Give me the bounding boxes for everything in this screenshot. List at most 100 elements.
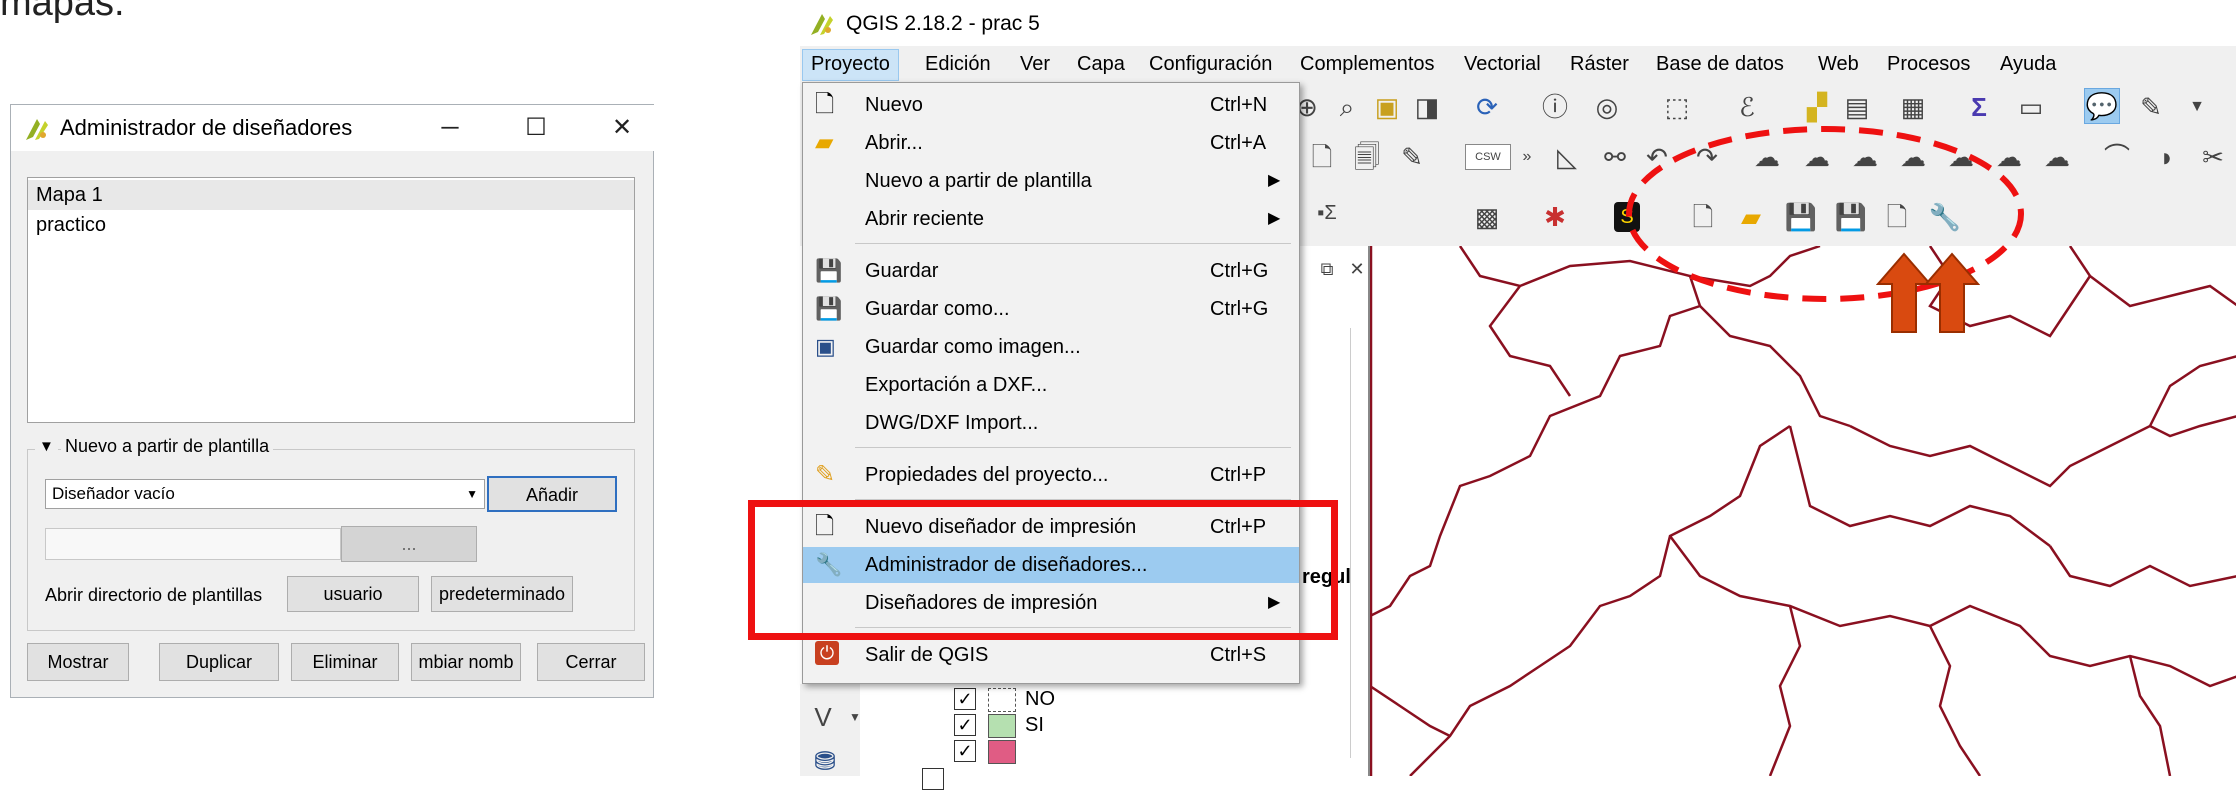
close-button[interactable]: Cerrar (537, 643, 645, 681)
list-item[interactable]: Mapa 1 (28, 180, 634, 210)
new-file-icon: 🗋 (815, 91, 835, 118)
qgis-logo-icon (811, 14, 833, 35)
save-image-icon: ▣ (815, 334, 836, 359)
menu-item-shortcut: Ctrl+A (1210, 132, 1267, 154)
layout-list[interactable]: Mapa 1 practico (27, 177, 635, 423)
list-item[interactable]: practico (28, 210, 634, 240)
menu-web[interactable]: Web (1818, 49, 1859, 79)
menu-item-shortcut: Ctrl+P (1210, 464, 1267, 486)
overflow-chevron-icon[interactable]: ▼ (2180, 90, 2214, 124)
layer-checkbox[interactable]: ✓ (954, 714, 976, 736)
menu-item-abrir[interactable]: ▰ Abrir... Ctrl+A (803, 125, 1299, 161)
rename-button[interactable]: mbiar nomb (411, 643, 521, 681)
panel-scrollbar[interactable] (1350, 328, 1366, 758)
new-bookmark-icon[interactable]: ▣ (1370, 90, 1404, 124)
layer-checkbox[interactable]: ✓ (954, 740, 976, 762)
digitize-icon[interactable]: 🗋 (1305, 140, 1339, 174)
chevron-down-icon: ▼ (466, 487, 478, 501)
select-feature-icon[interactable]: ◎ (1590, 90, 1624, 124)
show-button[interactable]: Mostrar (27, 643, 129, 681)
layout-manager-dialog: Administrador de diseñadores ─ ☐ ✕ Mapa … (10, 104, 655, 698)
browse-button[interactable]: ... (341, 526, 477, 562)
chevron-down-icon[interactable]: ▼ (838, 700, 872, 734)
layer-checkbox[interactable] (922, 768, 944, 790)
menu-vectorial[interactable]: Vectorial (1464, 49, 1541, 79)
menu-item-dwg-import[interactable]: DWG/DXF Import... (803, 405, 1299, 441)
close-icon[interactable]: ✕ (593, 105, 651, 151)
minimize-icon[interactable]: ─ (421, 105, 479, 151)
menu-item-label: Propiedades del proyecto... (865, 464, 1109, 486)
menu-configuracion[interactable]: Configuración (1149, 49, 1272, 79)
reshape-icon[interactable]: ⌒ (2100, 140, 2134, 174)
menu-item-label: Guardar como imagen... (865, 336, 1081, 358)
template-select-value: Diseñador vacío (52, 484, 175, 503)
legend-swatch (988, 688, 1016, 712)
delete-button[interactable]: Eliminar (291, 643, 399, 681)
float-panel-icon[interactable]: ⧉ (1310, 252, 1344, 286)
caption-fragment: mapas. (0, 0, 125, 24)
menu-item-label: Nuevo a partir de plantilla (865, 170, 1092, 192)
menu-ayuda[interactable]: Ayuda (2000, 49, 2056, 79)
menu-item-nuevo-plantilla[interactable]: Nuevo a partir de plantilla ▶ (803, 163, 1299, 199)
snapping-icon[interactable]: ◺ (1550, 140, 1584, 174)
menu-item-exportar-dxf[interactable]: Exportación a DXF... (803, 367, 1299, 403)
advanced-digitize-icon-7[interactable]: ☁ (2040, 140, 2074, 174)
raster-icon[interactable]: ▩ (1470, 200, 1504, 234)
menu-procesos[interactable]: Procesos (1887, 49, 1970, 79)
submenu-arrow-icon: ▶ (1268, 210, 1281, 227)
zoom-layer-icon[interactable]: ⌕ (1330, 90, 1364, 124)
menu-item-guardar[interactable]: 💾 Guardar Ctrl+G (803, 253, 1299, 289)
menu-item-shortcut: Ctrl+G (1210, 260, 1269, 282)
menu-item-label: Guardar como... (865, 298, 1010, 320)
refresh-icon[interactable]: ⟳ (1470, 90, 1504, 124)
gps-icon[interactable]: ✱ (1538, 200, 1572, 234)
edit-icon[interactable]: 🗐 (1350, 140, 1384, 174)
add-database-layer-icon[interactable]: ⛃ (808, 744, 842, 778)
legend-label: SI (1025, 714, 1044, 736)
maximize-icon[interactable]: ☐ (507, 105, 565, 151)
menu-edicion[interactable]: Edición (925, 49, 991, 79)
menu-item-label: Abrir reciente (865, 208, 984, 230)
menu-separator (855, 243, 1291, 244)
menu-item-propiedades[interactable]: ✎ Propiedades del proyecto... Ctrl+P (803, 457, 1299, 493)
split-icon[interactable]: ✂ (2196, 140, 2230, 174)
layer-checkbox[interactable]: ✓ (954, 688, 976, 710)
template-select[interactable]: Diseñador vacío ▼ (45, 479, 485, 509)
more-chevron-icon[interactable]: » (1510, 140, 1544, 174)
user-button[interactable]: usuario (287, 576, 419, 612)
quit-icon: ⏻ (815, 641, 839, 665)
menu-ver[interactable]: Ver (1020, 49, 1050, 79)
menu-complementos[interactable]: Complementos (1300, 49, 1435, 79)
statistical-summary-icon[interactable]: ▪Σ (1310, 196, 1344, 230)
menu-item-salir[interactable]: ⏻ Salir de QGIS Ctrl+S (803, 637, 1299, 673)
menu-item-abrir-reciente[interactable]: Abrir reciente ▶ (803, 201, 1299, 237)
duplicate-button[interactable]: Duplicar (159, 643, 279, 681)
default-button[interactable]: predeterminado (431, 576, 573, 612)
menu-base-de-datos[interactable]: Base de datos (1656, 49, 1784, 79)
csw-icon[interactable]: CSW (1465, 144, 1511, 170)
open-dir-label: Abrir directorio de plantillas (45, 585, 263, 605)
show-bookmarks-icon[interactable]: ◨ (1410, 90, 1444, 124)
menu-item-label: Nuevo (865, 94, 923, 116)
menu-proyecto[interactable]: Proyecto (802, 49, 899, 81)
node-tool-icon[interactable]: ✎ (1395, 140, 1429, 174)
legend-swatch (988, 740, 1016, 764)
legend-swatch (988, 714, 1016, 738)
map-canvas[interactable] (1368, 246, 2236, 776)
menu-item-guardar-imagen[interactable]: ▣ Guardar como imagen... (803, 329, 1299, 365)
menu-item-nuevo[interactable]: 🗋 Nuevo Ctrl+N (803, 87, 1299, 123)
offset-curve-icon[interactable]: ◗ (2150, 140, 2184, 174)
identify-icon[interactable]: ⓘ (1538, 90, 1572, 124)
add-button[interactable]: Añadir (487, 476, 617, 512)
add-vector-layer-icon[interactable]: V (806, 700, 840, 734)
menu-item-label: Abrir... (865, 132, 923, 154)
menu-capa[interactable]: Capa (1077, 49, 1125, 79)
menu-separator (855, 447, 1291, 448)
map-tips-icon[interactable]: 💬 (2084, 88, 2120, 124)
template-path-input[interactable] (45, 528, 341, 560)
annotation-arrow-icon (1924, 252, 1980, 333)
menu-raster[interactable]: Ráster (1570, 49, 1629, 79)
annotation-icon[interactable]: ✎ (2134, 90, 2168, 124)
collapse-triangle-icon[interactable]: ▼ (35, 438, 58, 455)
menu-item-guardar-como[interactable]: 💾 Guardar como... Ctrl+G (803, 291, 1299, 327)
